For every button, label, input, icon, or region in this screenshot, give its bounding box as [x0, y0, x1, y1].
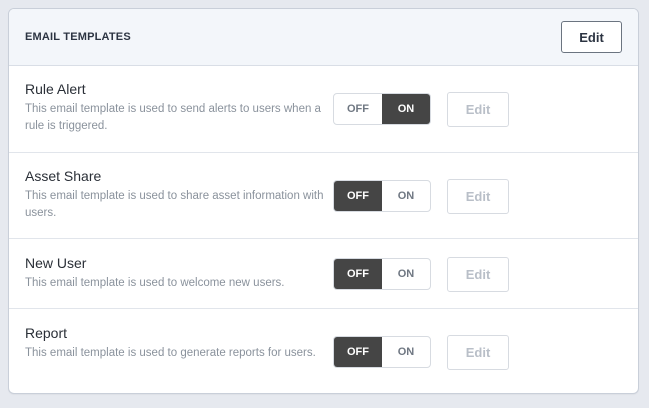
toggle-on-option[interactable]: ON — [382, 94, 430, 124]
toggle-off-option[interactable]: OFF — [334, 337, 382, 367]
toggle-on-option[interactable]: ON — [382, 337, 430, 367]
template-title: Asset Share — [25, 168, 102, 184]
template-description: This email template is used to send aler… — [25, 103, 321, 132]
template-title: Report — [25, 325, 68, 341]
template-title: New User — [25, 255, 87, 271]
card-title: EMAIL TEMPLATES — [25, 31, 131, 43]
template-edit-button[interactable]: Edit — [447, 257, 509, 292]
card-header: EMAIL TEMPLATES Edit — [9, 9, 638, 66]
template-description: This email template is used to share ass… — [25, 190, 324, 219]
header-edit-button[interactable]: Edit — [561, 21, 622, 53]
template-edit-button[interactable]: Edit — [447, 179, 509, 214]
template-toggle: OFF ON — [333, 258, 431, 290]
template-row-report: Report This email template is used to ge… — [9, 309, 638, 393]
template-toggle: OFF ON — [333, 336, 431, 368]
template-title: Rule Alert — [25, 81, 86, 97]
toggle-off-option[interactable]: OFF — [334, 259, 382, 289]
toggle-on-option[interactable]: ON — [382, 259, 430, 289]
template-row-asset-share: Asset Share This email template is used … — [9, 153, 638, 239]
email-templates-card: EMAIL TEMPLATES Edit Rule Alert This ema… — [8, 8, 639, 394]
toggle-off-option[interactable]: OFF — [334, 94, 382, 124]
template-toggle: OFF ON — [333, 180, 431, 212]
template-description: This email template is used to generate … — [25, 347, 316, 359]
toggle-on-option[interactable]: ON — [382, 181, 430, 211]
template-row-rule-alert: Rule Alert This email template is used t… — [9, 66, 638, 153]
template-row-new-user: New User This email template is used to … — [9, 239, 638, 309]
template-edit-button[interactable]: Edit — [447, 92, 509, 127]
template-edit-button[interactable]: Edit — [447, 335, 509, 370]
template-toggle: OFF ON — [333, 93, 431, 125]
toggle-off-option[interactable]: OFF — [334, 181, 382, 211]
template-description: This email template is used to welcome n… — [25, 277, 285, 289]
